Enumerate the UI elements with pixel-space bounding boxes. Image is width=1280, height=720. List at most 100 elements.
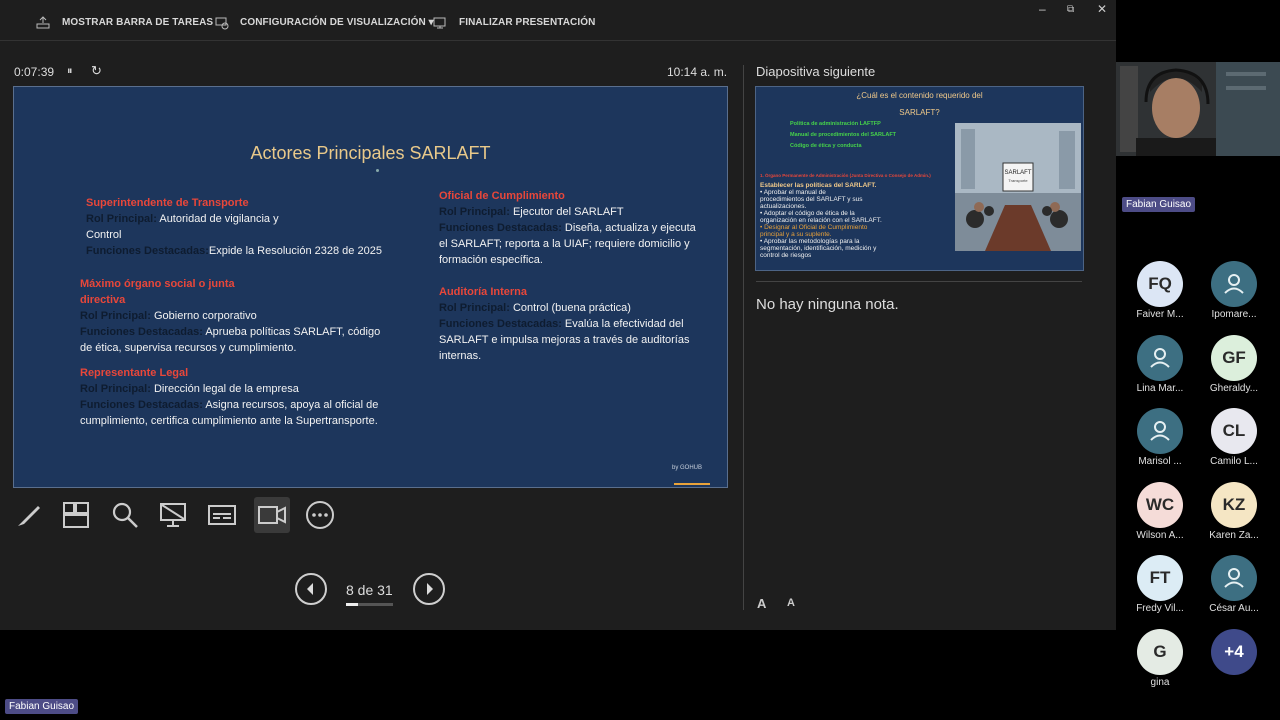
presenter-view: MOSTRAR BARRA DE TAREAS CONFIGURACIÓN DE… [0,0,1116,630]
end-presentation-button[interactable]: FINALIZAR PRESENTACIÓN [459,17,595,28]
avatar-initials: WC [1145,494,1175,514]
chevron-left-icon [307,583,313,595]
functions-label: Funciones Destacadas: [80,326,203,338]
close-button[interactable]: ✕ [1097,2,1107,16]
avatar: G [1137,628,1183,675]
progress-fill [346,603,359,606]
role-label: Rol Principal: [80,383,151,395]
functions-text: el SARLAFT; reporta a la UIAF; requiere … [439,238,690,250]
role-text: Control [86,229,122,241]
avatar [1211,555,1257,601]
participant-tile[interactable]: +4 [1204,628,1264,677]
next-slide-line: • Adoptar el código de ética de la [760,210,855,217]
participant-tile[interactable]: FT Fredy Vil... [1130,555,1190,614]
decrease-font-button[interactable]: A [787,597,795,609]
show-taskbar-button[interactable]: MOSTRAR BARRA DE TAREAS [62,17,213,28]
functions-text: internas. [439,350,482,362]
participant-name: César Au... [1209,603,1259,614]
increase-font-button[interactable]: A [757,596,766,611]
person-icon [1150,347,1170,368]
pause-timer-button[interactable]: ⏸ [67,65,73,78]
zoom-icon[interactable] [110,500,140,530]
image-sign-sub: Transporte [1008,178,1028,183]
minimize-button[interactable]: – [1039,2,1046,16]
avatar-initials: GF [1222,347,1246,367]
functions-text: Asigna recursos, apoya al oficial de [202,399,379,411]
participant-tile[interactable]: WC Wilson A... [1130,481,1190,541]
subtitles-icon[interactable] [207,500,237,530]
slide-title: Actores Principales SARLAFT [250,143,491,163]
participant-tile[interactable]: CL Camilo L... [1204,408,1264,467]
participant-tile[interactable]: Ggina [1130,628,1190,688]
participant-name: Marisol ... [1138,456,1182,467]
functions-text: cumplimiento, certifica cumplimiento ant… [80,415,378,427]
next-slide-line: organización en relación con el SARLAFT. [760,217,882,224]
more-options-icon[interactable] [305,500,335,530]
all-slides-icon[interactable] [61,500,91,530]
elapsed-timer: 0:07:39 [14,65,55,79]
next-slide-line: segmentación, identificación, medición y [760,245,877,252]
page-indicator: 8 de 31 [346,582,393,598]
person-icon [1224,274,1244,294]
toolbar-divider [0,40,1116,41]
participant-tile[interactable]: GF Gheraldy... [1204,334,1264,394]
section-heading: directiva [80,294,126,306]
person-icon [1150,421,1170,441]
functions-text: formación específica. [439,254,543,266]
functions-label: Funciones Destacadas: [439,318,562,330]
next-slide-label: Diapositiva siguiente [756,64,876,79]
next-slide-bullet: Política de administración LAFTFP [790,121,881,127]
avatar: KZ [1211,481,1257,528]
avatar: GF [1211,334,1257,381]
display-settings-button[interactable]: CONFIGURACIÓN DE VISUALIZACIÓN ▾ [240,17,434,28]
participant-name: Wilson A... [1136,529,1184,541]
role-text: Autoridad de vigilancia y [156,213,279,225]
section-heading: Máximo órgano social o junta [80,278,235,290]
functions-text: Evalúa la efectividad del [561,318,684,330]
next-slide-button[interactable] [413,573,445,605]
next-slide-line: procedimientos del SARLAFT y sus [760,196,863,203]
avatar: CL [1211,408,1257,454]
participant-tile[interactable]: Ipomare... [1204,261,1264,320]
role-text: Ejecutor del SARLAFT [509,206,624,218]
participant-name: Ipomare... [1211,309,1257,320]
panel-divider [743,65,744,610]
presenter-name-tag: Fabian Guisao [1122,197,1196,212]
image-sign: SARLAFT [1004,170,1031,176]
participant-tile[interactable]: Lina Mar... [1130,334,1190,394]
functions-label: Funciones Destacadas: [86,245,209,257]
avatar-initials: KZ [1222,494,1246,514]
participant-tile[interactable]: Marisol ... [1130,408,1190,467]
restore-button[interactable]: ⧉ [1067,4,1074,15]
section-heading: Oficial de Cumplimiento [439,190,565,202]
functions-label: Funciones Destacadas: [439,222,562,234]
avatar: FQ [1137,261,1183,307]
next-slide-title: SARLAFT? [899,108,940,117]
participant-name: Faiver M... [1136,309,1184,320]
section-heading: Superintendente de Transporte [86,197,249,209]
camera-icon[interactable] [257,500,287,530]
progress-track [346,603,393,606]
participant-tile[interactable]: FQ Faiver M... [1130,261,1190,320]
avatar-initials: G [1153,641,1167,661]
avatar: WC [1137,481,1183,528]
reset-timer-button[interactable]: ↻ [91,63,102,79]
pen-icon[interactable] [14,500,44,530]
role-text: Control (buena práctica) [509,302,631,314]
role-text: Dirección legal de la empresa [150,383,299,395]
participant-tile[interactable]: KZ Karen Za... [1204,481,1264,541]
participant-tile[interactable]: César Au... [1204,555,1264,614]
functions-text: Aprueba políticas SARLAFT, código [202,326,381,338]
role-label: Rol Principal: [86,213,157,225]
end-presentation-icon [433,17,446,29]
next-slide-org-heading: 1. Órgano Permanente de Administración (… [760,173,931,178]
display-settings-icon [215,17,229,30]
avatar [1137,334,1183,381]
functions-text: Diseña, actualiza y ejecuta [561,222,696,234]
avatar [1137,408,1183,454]
functions-text: de ética, supervisa recursos y cumplimie… [80,342,297,354]
black-screen-icon[interactable] [158,500,188,530]
next-slide-preview[interactable]: ¿Cuál es el contenido requerido del SARL… [755,86,1084,271]
next-slide-bullet: Código de ética y conducta [790,143,862,149]
previous-slide-button[interactable] [295,573,327,605]
